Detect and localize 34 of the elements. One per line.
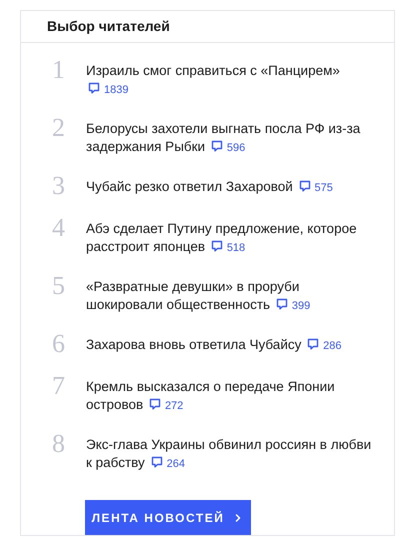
rank-number: 8 [52,431,66,460]
comment-count[interactable]: 272 [148,400,184,412]
comment-count[interactable]: 596 [210,142,246,154]
comment-icon [210,140,223,152]
headline-link[interactable]: Чубайс резко ответил Захаровой 575 [86,173,376,199]
comment-icon [150,456,163,468]
comment-count[interactable]: 518 [210,242,246,254]
headline-link[interactable]: Израиль смог справиться с «Панцирем» 1839 [86,57,376,99]
comment-icon [88,82,100,94]
rank-number: 1 [52,57,66,86]
headline-link[interactable]: Белорусы захотели выгнать посла РФ из-за задержания Рыбки 596 [86,115,376,157]
rank-number: 4 [52,215,66,244]
comment-count[interactable]: 575 [298,182,333,194]
comment-count[interactable]: 1839 [88,84,128,96]
rank-number: 7 [52,373,66,402]
headline-link[interactable]: Экс-глава Украины обвинил россиян в любви к рабству 264 [86,431,376,473]
comment-icon [276,298,288,310]
comment-icon [210,240,223,252]
comment-icon [298,180,311,192]
headline-link[interactable]: Кремль высказался о передаче Японии островов 272 [86,373,376,415]
rank-number: 2 [52,115,66,144]
section-title: Выбор читателей [47,17,170,36]
news-feed-button[interactable]: ЛЕНТА НОВОСТЕЙ [85,500,251,535]
comment-count[interactable]: 399 [276,300,310,312]
comment-icon [148,398,161,410]
rank-number: 5 [52,273,66,302]
comment-icon [307,338,320,350]
comment-count[interactable]: 264 [150,458,185,470]
headline-link[interactable]: Абэ сделает Путину предложение, которое расстроит японцев 518 [86,215,376,257]
rank-number: 6 [52,331,66,357]
rank-number: 3 [52,173,66,199]
headline-link[interactable]: «Развратные девушки» в проруби шокировали общественность 399 [86,273,376,315]
headline-link[interactable]: Захарова вновь ответила Чубайсу 286 [86,331,376,357]
comment-count[interactable]: 286 [307,340,342,352]
